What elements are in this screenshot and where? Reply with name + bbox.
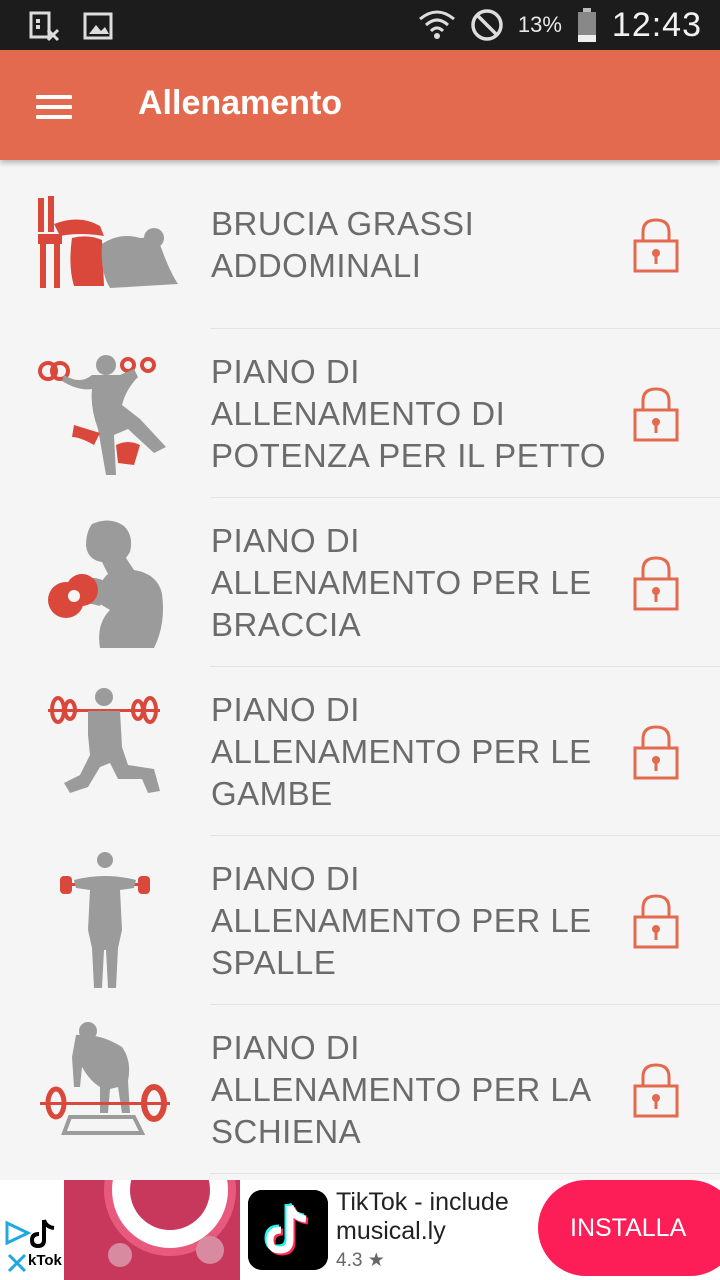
install-button[interactable]: INSTALLA <box>538 1180 720 1276</box>
workout-title: PIANO DI ALLENAMENTO PER LA SCHIENA <box>211 1028 590 1150</box>
workout-title: PIANO DI ALLENAMENTO PER LE SPALLE <box>211 859 592 981</box>
do-not-disturb-icon <box>471 9 503 41</box>
status-bar: 13% 12:43 <box>0 0 720 50</box>
battery-icon <box>577 8 596 42</box>
ad-close-icon[interactable] <box>6 1252 28 1274</box>
tiktok-logo-icon <box>30 1219 55 1249</box>
abs-crunch-icon <box>38 196 178 288</box>
workout-list: BRUCIA GRASSI ADDOMINALI PIANO DI ALLENA… <box>0 160 720 1174</box>
lock-icon[interactable] <box>630 384 682 444</box>
list-item[interactable]: PIANO DI ALLENAMENTO DI POTENZA PER IL P… <box>0 329 720 498</box>
app-icon[interactable] <box>248 1190 328 1270</box>
workout-title: PIANO DI ALLENAMENTO PER LE BRACCIA <box>211 521 592 643</box>
bicep-curl-icon <box>48 520 163 648</box>
ad-banner[interactable]: kTok TikTok - include musical.ly 4.3 ★ I… <box>0 1180 720 1280</box>
list-item[interactable]: PIANO DI ALLENAMENTO PER LA SCHIENA <box>0 1005 720 1174</box>
lock-icon[interactable] <box>630 1060 682 1120</box>
hamburger-menu-icon[interactable] <box>22 80 86 134</box>
workout-title: PIANO DI ALLENAMENTO DI POTENZA PER IL P… <box>211 352 607 474</box>
lock-icon[interactable] <box>630 891 682 951</box>
deadlift-icon <box>40 1022 170 1135</box>
lock-icon[interactable] <box>630 215 682 275</box>
barbell-lunge-icon <box>48 688 160 793</box>
wifi-icon <box>418 10 455 39</box>
ad-image[interactable]: kTok <box>0 1180 240 1280</box>
list-item[interactable]: PIANO DI ALLENAMENTO PER LE GAMBE <box>0 667 720 836</box>
workout-title: PIANO DI ALLENAMENTO PER LE GAMBE <box>211 690 592 812</box>
chest-press-icon <box>38 355 166 475</box>
shoulder-raise-icon <box>60 852 150 988</box>
sim-card-off-icon <box>29 11 60 42</box>
ad-rating: 4.3 ★ <box>336 1250 385 1271</box>
clock: 12:43 <box>611 5 702 44</box>
ad-app-title[interactable]: TikTok - include musical.ly <box>336 1188 536 1246</box>
lock-icon[interactable] <box>630 553 682 613</box>
ad-image-brand: kTok <box>28 1252 62 1269</box>
app-bar: Allenamento <box>0 50 720 160</box>
image-notification-icon <box>83 12 113 40</box>
list-item[interactable]: PIANO DI ALLENAMENTO PER LE BRACCIA <box>0 498 720 667</box>
page-title: Allenamento <box>138 84 343 122</box>
lock-icon[interactable] <box>630 722 682 782</box>
list-item[interactable]: PIANO DI ALLENAMENTO PER LE SPALLE <box>0 836 720 1005</box>
workout-title: BRUCIA GRASSI ADDOMINALI <box>211 204 475 284</box>
list-item[interactable]: BRUCIA GRASSI ADDOMINALI <box>0 160 720 329</box>
ad-choices-icon[interactable] <box>4 1220 32 1246</box>
battery-percent: 13% <box>517 12 562 37</box>
